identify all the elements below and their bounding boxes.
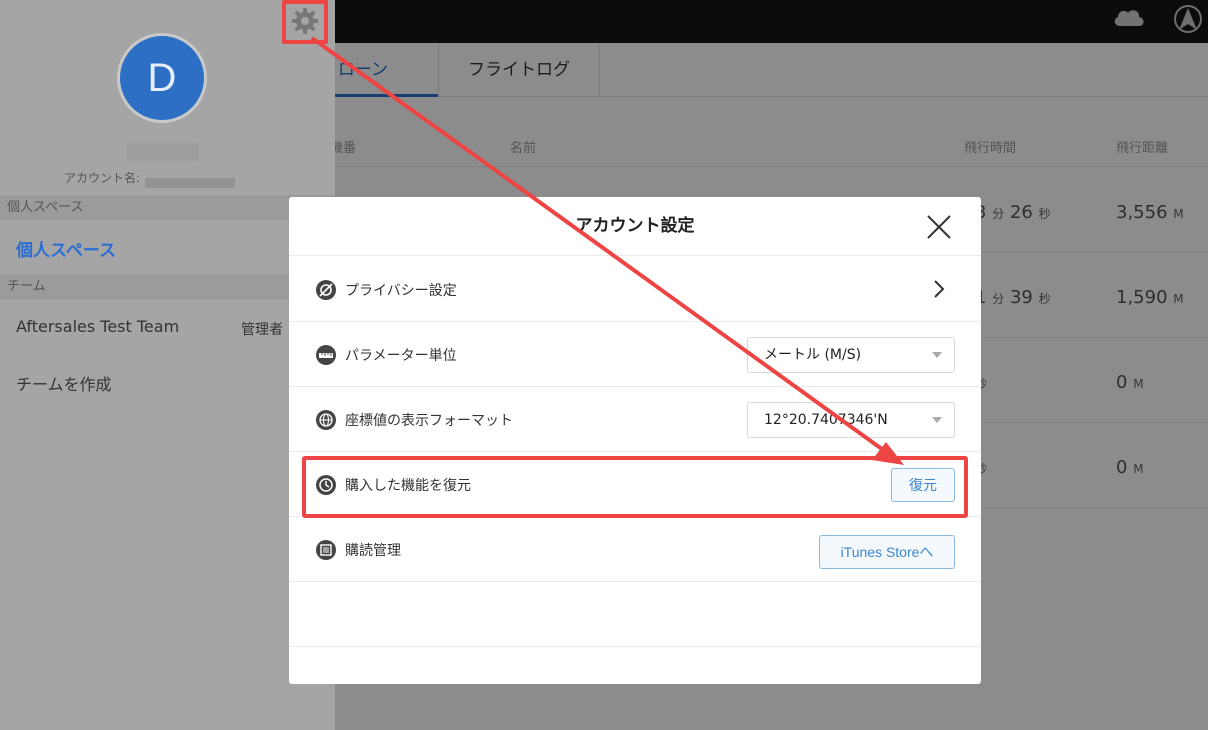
restore-highlight-box (302, 456, 968, 518)
subscription-icon (316, 540, 336, 560)
dialog-title: アカウント設定 (289, 197, 981, 256)
section-header-personal: 個人スペース (0, 195, 335, 220)
subscription-label: 購読管理 (345, 543, 401, 559)
parameter-units-row: パラメーター単位 メートル (M/S) (289, 322, 981, 387)
close-icon[interactable] (925, 213, 953, 241)
coordinate-format-label: 座標値の表示フォーマット (345, 413, 513, 429)
caret-down-icon (932, 352, 942, 358)
ruler-icon (316, 345, 336, 365)
account-name-label: アカウント名: (64, 171, 141, 185)
blurred-account-name (145, 178, 235, 188)
coordinate-format-select[interactable]: 12°20.7407346'N (747, 402, 955, 438)
subscription-row: 購読管理 iTunes Storeへ (289, 517, 981, 582)
itunes-store-button[interactable]: iTunes Storeへ (819, 535, 955, 569)
coordinate-format-row: 座標値の表示フォーマット 12°20.7407346'N (289, 387, 981, 452)
coordinate-format-value: 12°20.7407346'N (764, 412, 888, 428)
privacy-settings-label: プライバシー設定 (345, 283, 457, 299)
team-role-label: 管理者 (241, 322, 283, 338)
units-select[interactable]: メートル (M/S) (747, 337, 955, 373)
privacy-icon (316, 280, 336, 300)
blurred-username (127, 143, 199, 161)
create-team-button[interactable]: チームを作成 (16, 371, 112, 395)
sidebar-item-personal-space[interactable]: 個人スペース (16, 236, 116, 261)
gear-highlight-box (282, 0, 328, 44)
parameter-units-label: パラメーター単位 (345, 348, 457, 364)
chevron-right-icon (934, 280, 945, 298)
section-header-team: チーム (0, 274, 335, 299)
empty-row (289, 582, 981, 647)
globe-icon (316, 410, 336, 430)
account-settings-dialog: アカウント設定 プライバシー設定 パラメーター単位 メートル (M/S) 座標値… (289, 197, 981, 684)
privacy-settings-row[interactable]: プライバシー設定 (289, 257, 981, 322)
caret-down-icon (932, 417, 942, 423)
units-select-value: メートル (M/S) (764, 347, 862, 363)
avatar[interactable]: D (117, 33, 207, 123)
account-sidebar: D アカウント名: 個人スペース 個人スペース チーム Aftersales T… (0, 0, 335, 730)
sidebar-item-team[interactable]: Aftersales Test Team (16, 317, 179, 336)
